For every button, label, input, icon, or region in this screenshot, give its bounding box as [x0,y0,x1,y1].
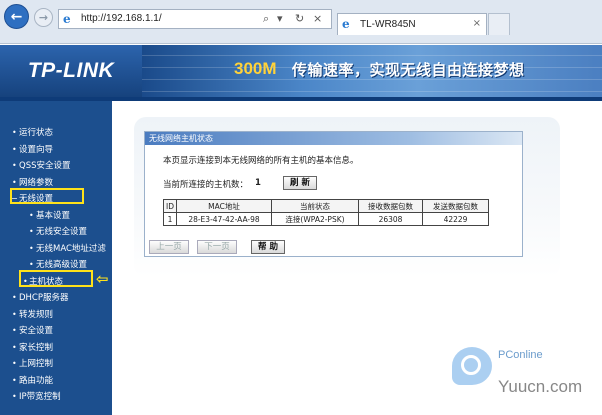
sidebar-item-setup-wizard[interactable]: • 设置向导 [0,142,112,159]
new-tab-button[interactable] [488,13,510,35]
slogan-area: 300M 传输速率，实现无线自由连接梦想 [142,45,602,97]
cell-id: 1 [163,212,177,226]
tplink-logo: TP-LINK [27,59,115,82]
bullet-icon: • [29,227,34,236]
watermark-pconline: PConline [498,349,543,361]
sidebar-item-bandwidth[interactable]: • IP带宽控制 [0,389,112,406]
host-count-value: 1 [255,178,261,188]
cell-tx: 42229 [422,212,489,226]
dropdown-icon[interactable]: ▾ [277,12,283,25]
search-icon[interactable]: ⌕ [263,12,269,26]
refresh-icon[interactable]: ↻ [295,12,304,25]
table-row: 1 28-E3-47-42-AA-98 连接(WPA2-PSK) 26308 4… [163,212,489,226]
tab-favicon-icon: e [342,17,350,31]
host-table: ID MAC地址 当前状态 接收数据包数 发送数据包数 1 28-E3-47-4… [163,199,489,226]
forward-button[interactable]: → [34,8,53,27]
bullet-icon: • [12,144,17,154]
col-header-status: 当前状态 [271,199,359,213]
bullet-icon: • [29,210,34,220]
host-status-panel: 无线网络主机状态 本页显示连接到本无线网络的所有主机的基本信息。 当前所连接的主… [144,131,523,257]
sidebar-item-running-status[interactable]: • 运行状态 [0,125,112,142]
cell-status: 连接(WPA2-PSK) [271,212,359,226]
tab-title: TL-WR845N [360,19,416,30]
sidebar-item-routing[interactable]: • 路由功能 [0,373,112,390]
sidebar-item-security[interactable]: • 安全设置 [0,323,112,340]
sidebar-item-mac-filter[interactable]: • 无线MAC地址过滤 [0,241,112,258]
table-header-row: ID MAC地址 当前状态 接收数据包数 发送数据包数 [163,199,489,213]
prev-page-button[interactable]: 上一页 [149,240,189,254]
bullet-icon: • [12,359,17,368]
col-header-mac: MAC地址 [176,199,272,213]
help-button[interactable]: 帮 助 [251,240,285,254]
browser-tab[interactable]: e TL-WR845N × [337,13,487,35]
bullet-icon: • [12,309,17,319]
refresh-button[interactable]: 刷 新 [283,176,317,190]
url-text[interactable]: http://192.168.1.1/ [81,13,162,24]
bullet-icon: • [12,342,17,352]
cell-mac: 28-E3-47-42-AA-98 [176,212,272,226]
sidebar-item-wireless-basic[interactable]: • 基本设置 [0,208,112,225]
bullet-icon: • [12,392,17,401]
slogan-speed: 300M [234,59,277,78]
forward-arrow-icon: → [38,11,49,24]
sidebar-item-dhcp[interactable]: • DHCP服务器 [0,290,112,307]
address-bar[interactable]: e http://192.168.1.1/ ⌕ ▾ ↻ × [58,9,332,29]
stop-icon[interactable]: × [313,12,322,25]
pconline-logo [452,347,496,387]
bullet-icon: • [12,326,17,335]
back-button[interactable]: ← [4,4,29,29]
router-banner: TP-LINK 300M 传输速率，实现无线自由连接梦想 [0,45,602,97]
cell-rx: 26308 [358,212,423,226]
watermark-yuucn: Yuucn.com [498,377,583,396]
panel-title: 无线网络主机状态 [145,132,522,145]
logo-area: TP-LINK [0,45,142,97]
next-page-button[interactable]: 下一页 [197,240,237,254]
slogan-text: 传输速率，实现无线自由连接梦想 [292,61,525,79]
sidebar-item-forwarding[interactable]: • 转发规则 [0,307,112,324]
bullet-icon: • [12,128,17,137]
bullet-icon: • [12,161,17,170]
col-header-id: ID [163,199,177,213]
tab-close-icon[interactable]: × [473,18,481,29]
highlight-box-wireless [10,188,84,204]
host-count-label: 当前所连接的主机数： [163,180,249,190]
sidebar-item-access-control[interactable]: • 上网控制 [0,356,112,373]
sidebar-nav: • 运行状态 • 设置向导 • QSS安全设置 • 网络参数 − 无线设置 • 基本设置 •… [0,101,112,415]
sidebar-item-parental[interactable]: • 家长控制 [0,340,112,357]
col-header-tx: 发送数据包数 [422,199,489,213]
sidebar-item-wireless-security[interactable]: • 无线安全设置 [0,224,112,241]
ie-icon: e [63,12,71,26]
sidebar-item-qss[interactable]: • QSS安全设置 [0,158,112,175]
bullet-icon: • [12,375,17,385]
magnifier-icon [461,355,481,375]
bullet-icon: • [12,293,17,302]
pointer-arrow-icon: ⇦ [96,270,109,288]
back-arrow-icon: ← [10,8,23,25]
panel-description: 本页显示连接到本无线网络的所有主机的基本信息。 [163,156,359,166]
bullet-icon: • [29,243,34,253]
col-header-rx: 接收数据包数 [358,199,423,213]
browser-toolbar: ← → e http://192.168.1.1/ ⌕ ▾ ↻ × e TL-W… [0,0,602,44]
highlight-box-host-status [19,270,93,287]
